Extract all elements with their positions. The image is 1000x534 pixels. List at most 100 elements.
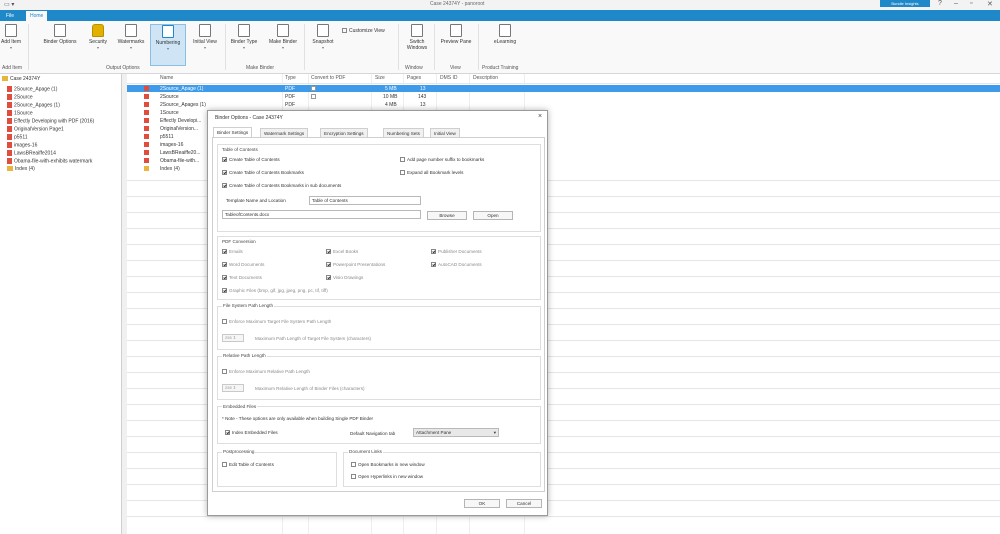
chevron-down-icon: ▾ (166, 46, 169, 51)
group-separator (398, 24, 399, 70)
lock-icon (92, 24, 104, 37)
fs-path-section (217, 306, 541, 350)
emails-checkbox[interactable]: Emails (222, 249, 243, 255)
tab-numbering-sets[interactable]: Numbering Sets (383, 128, 424, 137)
publisher-checkbox[interactable]: Publisher Documents (431, 249, 482, 255)
tree-item-folder[interactable]: Index (4) (7, 166, 35, 172)
enforce-fs-path-checkbox[interactable]: Enforce Maximum Target File System Path … (222, 319, 331, 325)
tree-item[interactable]: 1Source (7, 110, 33, 116)
table-row[interactable]: 2Source_Apages (1) PDF 4 MB 13 (127, 101, 1000, 108)
column-header-dms-id[interactable]: DMS ID (440, 75, 458, 81)
tree-root[interactable]: Case 24374Y (2, 76, 40, 82)
security-button[interactable]: Security ▾ (86, 24, 110, 66)
binder-options-button[interactable]: Binder Options (38, 24, 82, 66)
elearning-button[interactable]: eLearning (484, 24, 526, 66)
group-label-add-item: Add Item (2, 65, 23, 71)
create-toc-bookmarks-checkbox[interactable]: Create Table of Contents Bookmarks (222, 170, 304, 176)
tab-watermark-settings[interactable]: Watermark Settings (260, 128, 309, 137)
ok-button[interactable]: OK (464, 499, 500, 508)
navigation-tab-dropdown[interactable]: Attachment Pane ▾ (413, 428, 499, 437)
word-checkbox[interactable]: Word Documents (222, 262, 264, 268)
switch-windows-button[interactable]: Switch Windows (402, 24, 432, 66)
create-sub-bookmarks-checkbox[interactable]: Create Table of Contents Bookmarks in su… (222, 183, 341, 189)
template-name-input[interactable]: Table of Contents (309, 196, 421, 205)
tab-home[interactable]: Home (26, 11, 48, 21)
open-bookmarks-new-window-checkbox[interactable]: Open Bookmarks in new window (351, 462, 425, 468)
column-header-convert[interactable]: Convert to PDF (311, 75, 345, 81)
table-row[interactable]: 2Source PDF 10 MB 143 (127, 93, 1000, 100)
pdf-icon (7, 118, 12, 124)
customize-view-checkbox[interactable]: Customize View (342, 28, 385, 34)
tree-item[interactable]: 2Source_Apages (1) (7, 102, 60, 108)
column-header-type[interactable]: Type (285, 75, 296, 81)
autocad-checkbox[interactable]: AutoCAD Documents (431, 262, 482, 268)
tree-item[interactable]: p5511 (7, 134, 28, 140)
column-header-name[interactable]: Name (160, 75, 173, 81)
group-separator (434, 24, 435, 70)
open-button[interactable]: Open (473, 211, 513, 220)
pdf-icon (7, 102, 12, 108)
column-header-description[interactable]: Description (473, 75, 498, 81)
column-header-size[interactable]: Size (375, 75, 385, 81)
close-icon[interactable]: ✕ (987, 0, 993, 8)
tab-file[interactable]: File (2, 11, 18, 21)
tree-item[interactable]: Effectly Developing with PDF (2016) (7, 118, 94, 124)
fs-path-title: File System Path Length (222, 303, 275, 308)
binder-type-button[interactable]: Binder Type ▾ (228, 24, 260, 66)
help-icon[interactable]: ? (938, 0, 942, 7)
snapshot-button[interactable]: Snapshot ▾ (308, 24, 338, 66)
open-hyperlinks-new-window-checkbox[interactable]: Open Hyperlinks in new window (351, 474, 423, 480)
tree-item[interactable]: 2Source (7, 94, 33, 100)
tab-binder-settings[interactable]: Binder Settings (213, 127, 253, 137)
quick-access-icon[interactable]: ▭ ▾ (4, 1, 18, 8)
table-row[interactable]: 2Source_Apage (1) PDF 5 MB 13 (127, 85, 1000, 92)
initial-view-button[interactable]: Initial View ▾ (188, 24, 222, 66)
pdf-icon (7, 126, 12, 132)
maximize-icon[interactable]: ▫ (970, 0, 972, 7)
graphic-files-checkbox[interactable]: Graphic Files (bmp, gif, jpg, jpeg, png,… (222, 288, 328, 294)
bundle-insights-button[interactable]: Bundle Insights (880, 0, 930, 7)
chevron-down-icon: ▾ (281, 45, 284, 50)
powerpoint-checkbox[interactable]: Powerpoint Presentations (326, 262, 385, 268)
tree-item[interactable]: OriginalVersion Page1 (7, 126, 64, 132)
minimize-icon[interactable]: – (954, 0, 958, 7)
excel-checkbox[interactable]: Excel Books (326, 249, 358, 255)
chevron-down-icon: ▾ (129, 45, 132, 50)
tab-encryption-settings[interactable]: Encryption Settings (320, 128, 368, 137)
add-item-button[interactable]: Add Item ▾ (0, 24, 22, 66)
browse-button[interactable]: Browse (427, 211, 467, 220)
tree-item[interactable]: LawsBReaiffe2014 (7, 150, 56, 156)
template-path-input[interactable]: TableofContents.docx (222, 210, 421, 219)
group-label-product-training: Product Training (482, 65, 519, 71)
enforce-relative-path-checkbox[interactable]: Enforce Maximum Relative Path Length (222, 369, 310, 375)
pdf-icon (7, 110, 12, 116)
make-binder-button[interactable]: Make Binder ▾ (264, 24, 302, 66)
pdf-icon (144, 126, 149, 131)
add-page-suffix-checkbox[interactable]: Add page number suffix to bookmarks (400, 157, 484, 163)
edit-toc-checkbox[interactable]: Edit Table of Contents (222, 462, 274, 468)
tree-item[interactable]: images-16 (7, 142, 37, 148)
create-toc-checkbox[interactable]: Create Table of Contents (222, 157, 280, 163)
group-separator (28, 24, 29, 70)
embedded-note: * Note - These options are only availabl… (222, 416, 374, 421)
numbering-button[interactable]: Numbering ▾ (150, 24, 186, 66)
visio-checkbox[interactable]: Visio Drawings (326, 275, 363, 281)
watermarks-button[interactable]: Watermarks ▾ (113, 24, 149, 66)
text-checkbox[interactable]: Text Documents (222, 275, 262, 281)
convert-checkbox[interactable] (311, 94, 316, 99)
cancel-button[interactable]: Cancel (506, 499, 542, 508)
tree-item[interactable]: 2Source_Apage (1) (7, 86, 57, 92)
tree-item[interactable]: Obama-file-with-exhibits watermark (7, 158, 92, 164)
expand-bookmark-levels-checkbox[interactable]: Expand all Bookmark levels (400, 170, 463, 176)
index-embedded-checkbox[interactable]: Index Embedded Files (225, 430, 278, 436)
convert-checkbox[interactable] (311, 86, 316, 91)
close-icon[interactable]: × (538, 113, 542, 120)
relative-path-spinner[interactable]: 255 ⇕ (222, 384, 244, 392)
tab-initial-view[interactable]: Initial View (430, 128, 460, 137)
preview-pane-button[interactable]: Preview Pane (437, 24, 475, 66)
column-header-pages[interactable]: Pages (407, 75, 421, 81)
folder-icon (144, 166, 149, 171)
pdf-icon (144, 142, 149, 147)
embedded-files-section (217, 406, 541, 444)
fs-path-spinner[interactable]: 255 ⇕ (222, 334, 244, 342)
